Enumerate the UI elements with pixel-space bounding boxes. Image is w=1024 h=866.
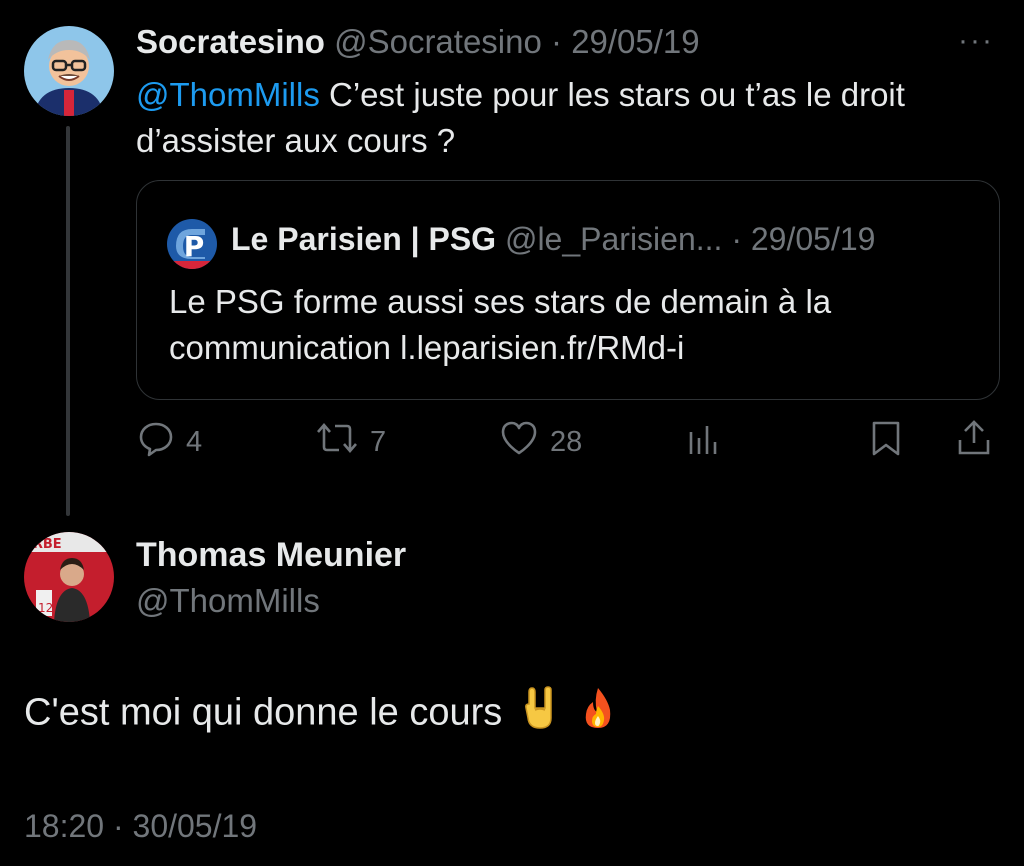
display-name[interactable]: Thomas Meunier: [136, 535, 406, 575]
bookmark-icon: [866, 418, 906, 466]
tweet-action-bar: 4 7 28: [136, 420, 1000, 464]
le-parisien-avatar: P: [167, 219, 217, 269]
display-name[interactable]: Socratesino: [136, 23, 325, 60]
reply-icon: [136, 418, 176, 466]
main-tweet-body: C'est moi qui donne le cours: [24, 691, 503, 734]
tweet-time: 18:20: [24, 808, 105, 844]
reply-tweet-text: @ThomMills C’est juste pour les stars ou…: [136, 72, 996, 164]
quoted-display-name: Le Parisien | PSG: [231, 221, 497, 257]
thread-connector-line: [66, 126, 70, 516]
user-handle[interactable]: @Socratesino: [334, 23, 542, 60]
svg-text:IRBE: IRBE: [28, 537, 62, 552]
separator-dot: ·: [731, 221, 742, 257]
views-button[interactable]: [684, 420, 724, 464]
bookmark-button[interactable]: [866, 420, 906, 464]
heart-icon: [498, 418, 540, 466]
quoted-user-handle: @le_Parisien...: [504, 221, 723, 257]
svg-text:12: 12: [38, 601, 53, 615]
more-options-icon[interactable]: ···: [958, 24, 994, 58]
reply-tweet-header: Socratesino @Socratesino · 29/05/19: [136, 22, 700, 62]
socratesino-avatar[interactable]: [24, 26, 114, 116]
reply-button[interactable]: 4: [136, 420, 202, 464]
retweet-button[interactable]: 7: [314, 420, 386, 464]
main-tweet-text: C'est moi qui donne le cours: [24, 686, 618, 743]
quoted-tweet-text: Le PSG forme aussi ses stars de demain à…: [169, 283, 832, 366]
separator-dot: ·: [551, 23, 563, 60]
share-icon: [954, 418, 994, 466]
quoted-tweet-card[interactable]: P Le Parisien | PSG @le_Parisien... · 29…: [136, 180, 1000, 400]
retweet-icon: [314, 418, 360, 466]
analytics-icon: [684, 418, 724, 466]
tweet-date: 30/05/19: [132, 808, 258, 844]
mention-link[interactable]: @ThomMills: [136, 76, 320, 113]
quoted-tweet-date: 29/05/19: [750, 221, 876, 257]
like-button[interactable]: 28: [498, 420, 582, 464]
svg-text:P: P: [184, 230, 205, 263]
sign-of-horns-emoji-icon: [520, 686, 560, 743]
quoted-tweet-header: Le Parisien | PSG @le_Parisien... · 29/0…: [231, 219, 875, 259]
separator-dot: ·: [112, 808, 124, 844]
tweet-date[interactable]: 29/05/19: [571, 23, 699, 60]
tweet-timestamp[interactable]: 18:20 · 30/05/19: [24, 806, 257, 846]
like-count: 28: [550, 425, 583, 458]
thomas-meunier-avatar[interactable]: IRBE 12: [24, 532, 114, 622]
fire-emoji-icon: [578, 686, 618, 743]
user-handle[interactable]: @ThomMills: [136, 581, 320, 621]
retweet-count: 7: [370, 425, 387, 458]
reply-count: 4: [186, 425, 203, 458]
share-button[interactable]: [954, 420, 994, 464]
